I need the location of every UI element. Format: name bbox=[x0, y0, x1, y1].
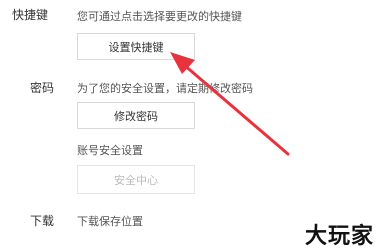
annotation-arrow-icon bbox=[170, 52, 290, 156]
